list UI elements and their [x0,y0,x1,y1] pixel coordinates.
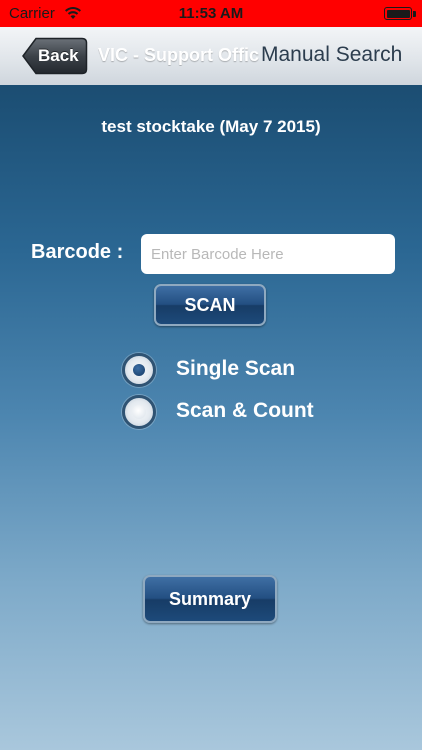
battery-cap [413,11,416,17]
status-time: 11:53 AM [178,5,244,22]
single-scan-label: Single Scan [176,357,296,380]
main-content: test stocktake (May 7 2015) Barcode : SC… [0,85,422,750]
scan-and-count-label: Scan & Count [176,399,314,422]
scan-button[interactable]: SCAN [154,284,266,326]
summary-button[interactable]: Summary [143,575,277,623]
nav-subtitle: VIC - Support Offic [98,45,259,65]
barcode-label: Barcode : [31,241,124,263]
barcode-input[interactable] [141,234,395,274]
battery-icon [384,7,412,20]
status-bar: Carrier 11:53 AM [0,0,422,27]
radio-unselected-icon[interactable] [122,395,156,429]
navigation-bar: Back VIC - Support Offic Manual Search [0,27,422,86]
page-title: Manual Search [261,43,403,66]
back-button-label: Back [38,46,79,65]
radio-selected-icon[interactable] [122,353,156,387]
back-button[interactable]: Back [22,37,88,75]
stocktake-title: test stocktake (May 7 2015) [101,117,321,136]
